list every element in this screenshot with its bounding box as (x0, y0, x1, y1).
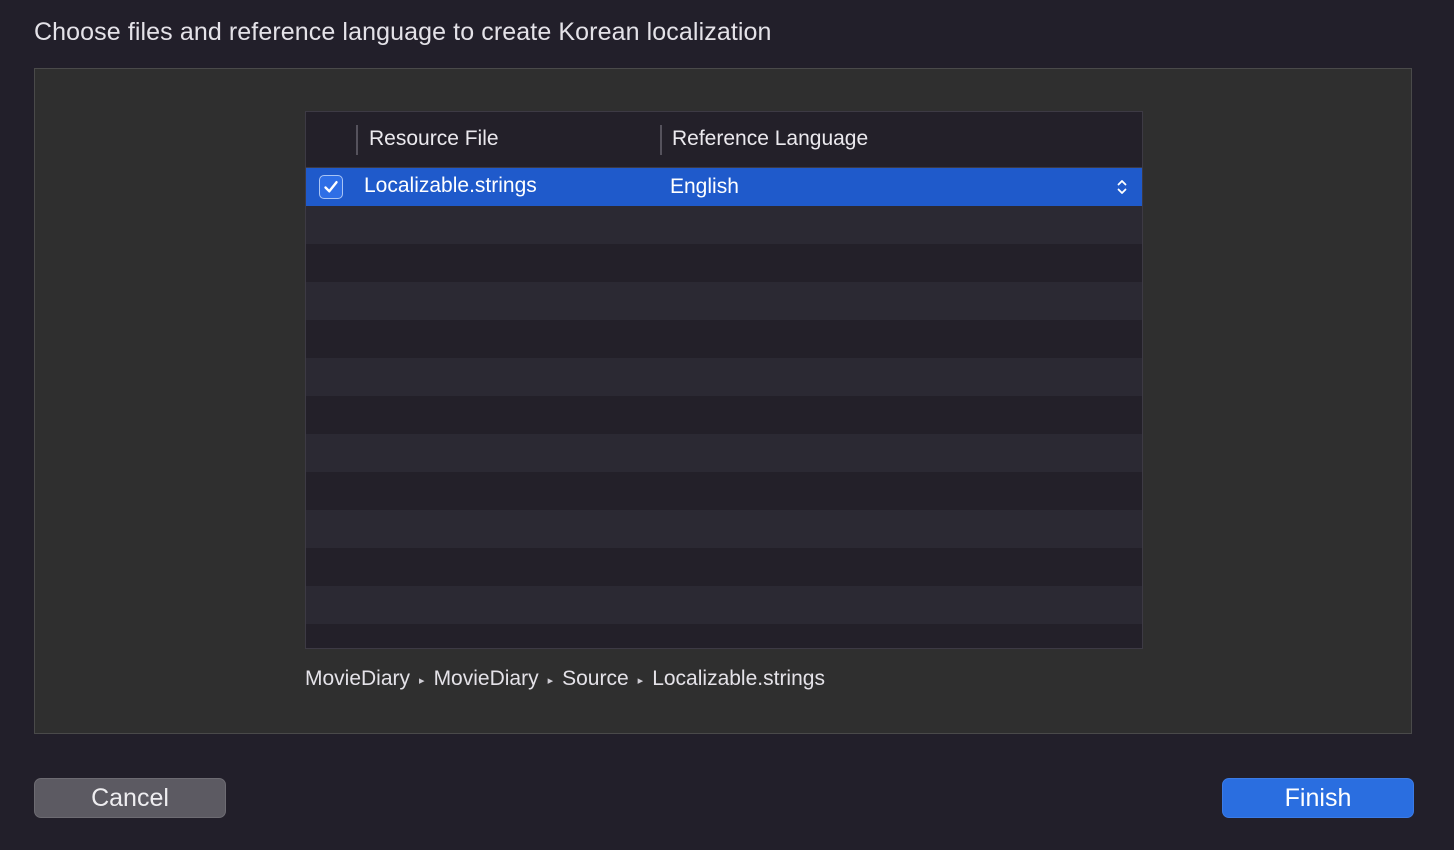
empty-row (306, 282, 1142, 320)
file-path-breadcrumb: MovieDiary ▸ MovieDiary ▸ Source ▸ Local… (305, 667, 825, 691)
dialog-title: Choose files and reference language to c… (34, 18, 772, 46)
cancel-button[interactable]: Cancel (34, 778, 226, 818)
empty-row (306, 548, 1142, 586)
column-separator[interactable] (660, 125, 662, 155)
empty-row (306, 434, 1142, 472)
finish-button[interactable]: Finish (1222, 778, 1414, 818)
include-file-checkbox[interactable] (319, 175, 343, 199)
empty-row (306, 586, 1142, 624)
breadcrumb-separator-icon: ▸ (547, 674, 554, 687)
breadcrumb-project: MovieDiary (305, 667, 411, 690)
resource-table: Resource File Reference Language Localiz… (305, 111, 1143, 649)
table-row[interactable]: Localizable.strings English (306, 168, 1142, 206)
empty-row (306, 358, 1142, 396)
column-header-reference-language[interactable]: Reference Language (672, 127, 868, 151)
breadcrumb-separator-icon: ▸ (419, 674, 425, 687)
reference-language-select[interactable]: English (670, 175, 739, 199)
empty-row (306, 320, 1142, 358)
popup-chevrons-icon[interactable] (1114, 177, 1130, 197)
empty-row (306, 396, 1142, 434)
breadcrumb-folder: Source (562, 667, 629, 690)
empty-row (306, 624, 1142, 648)
breadcrumb-group: MovieDiary (433, 667, 539, 690)
resource-file-name: Localizable.strings (364, 174, 537, 197)
column-header-resource-file[interactable]: Resource File (369, 127, 499, 151)
breadcrumb-file: Localizable.strings (652, 667, 825, 690)
breadcrumb-separator-icon: ▸ (637, 674, 644, 687)
localization-dialog: Choose files and reference language to c… (0, 0, 1454, 850)
content-panel: Resource File Reference Language Localiz… (34, 68, 1412, 734)
empty-row (306, 472, 1142, 510)
table-header: Resource File Reference Language (306, 112, 1142, 168)
empty-row (306, 206, 1142, 244)
table-body: Localizable.strings English (306, 168, 1142, 648)
checkmark-icon (324, 181, 338, 193)
empty-row (306, 510, 1142, 548)
column-separator[interactable] (356, 125, 358, 155)
empty-row (306, 244, 1142, 282)
